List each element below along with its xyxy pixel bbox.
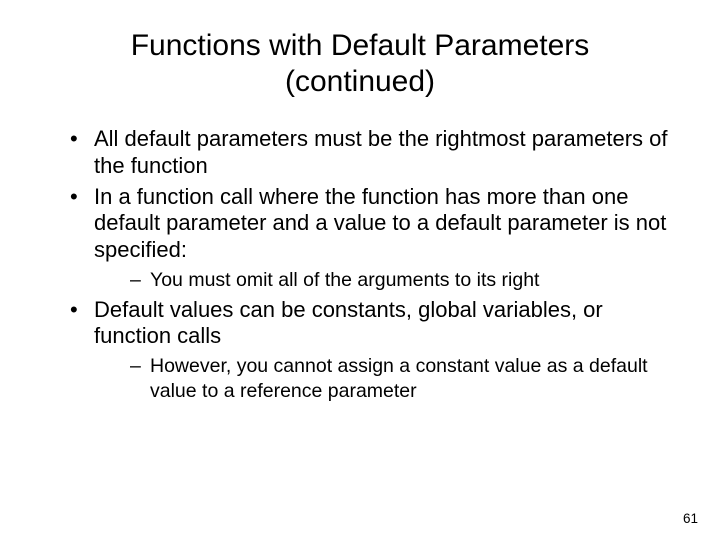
page-number: 61 [683,511,698,526]
bullet-item: All default parameters must be the right… [70,126,684,180]
sub-bullet-item: You must omit all of the arguments to it… [130,268,684,292]
bullet-item: Default values can be constants, global … [70,297,684,403]
sub-bullet-item: However, you cannot assign a constant va… [130,354,684,403]
slide-title: Functions with Default Parameters (conti… [66,28,654,100]
bullet-item: In a function call where the function ha… [70,184,684,293]
bullet-text: In a function call where the function ha… [94,184,666,263]
sub-bullet-list: However, you cannot assign a constant va… [94,354,684,403]
bullet-text: Default values can be constants, global … [94,297,603,349]
sub-bullet-list: You must omit all of the arguments to it… [94,268,684,292]
slide: Functions with Default Parameters (conti… [0,0,720,540]
bullet-list: All default parameters must be the right… [36,126,684,403]
